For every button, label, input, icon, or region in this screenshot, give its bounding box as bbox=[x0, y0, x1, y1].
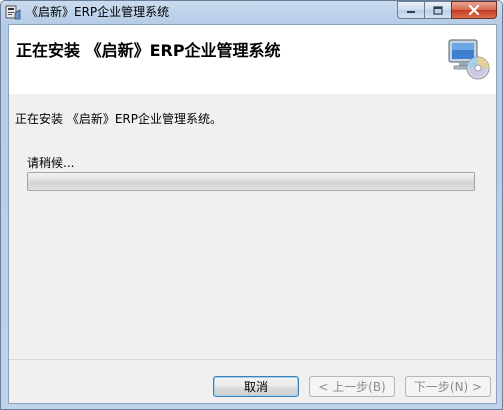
installer-window: 《启新》ERP企业管理系统 正在安装 《启新》ERP企业管理系统 正在安装 《启… bbox=[0, 0, 503, 410]
title-bar[interactable]: 《启新》ERP企业管理系统 bbox=[1, 1, 502, 23]
next-button[interactable]: 下一步(N) > bbox=[405, 376, 491, 397]
minimize-button[interactable] bbox=[397, 1, 424, 19]
close-button[interactable] bbox=[451, 1, 497, 19]
please-wait-label: 请稍候... bbox=[27, 156, 75, 170]
footer-divider bbox=[9, 359, 496, 360]
maximize-icon bbox=[433, 5, 443, 15]
header-banner: 正在安装 《启新》ERP企业管理系统 bbox=[9, 25, 496, 94]
caption-buttons bbox=[397, 1, 497, 19]
maximize-button[interactable] bbox=[424, 1, 451, 19]
cancel-button[interactable]: 取消 bbox=[213, 376, 299, 397]
window-title: 《启新》ERP企业管理系统 bbox=[26, 5, 170, 19]
header-divider bbox=[9, 93, 496, 94]
close-icon bbox=[468, 5, 480, 15]
page-title: 正在安装 《启新》ERP企业管理系统 bbox=[16, 41, 281, 60]
computer-disc-icon bbox=[445, 37, 491, 83]
installation-status-text: 正在安装 《启新》ERP企业管理系统。 bbox=[15, 112, 222, 126]
installer-app-icon[interactable] bbox=[5, 4, 21, 20]
installer-client-area: 正在安装 《启新》ERP企业管理系统 正在安装 《启新》ERP企业管理系统。 请… bbox=[8, 24, 497, 404]
back-button[interactable]: < 上一步(B) bbox=[309, 376, 395, 397]
minimize-icon bbox=[407, 11, 415, 13]
installation-progress-bar bbox=[27, 172, 475, 191]
